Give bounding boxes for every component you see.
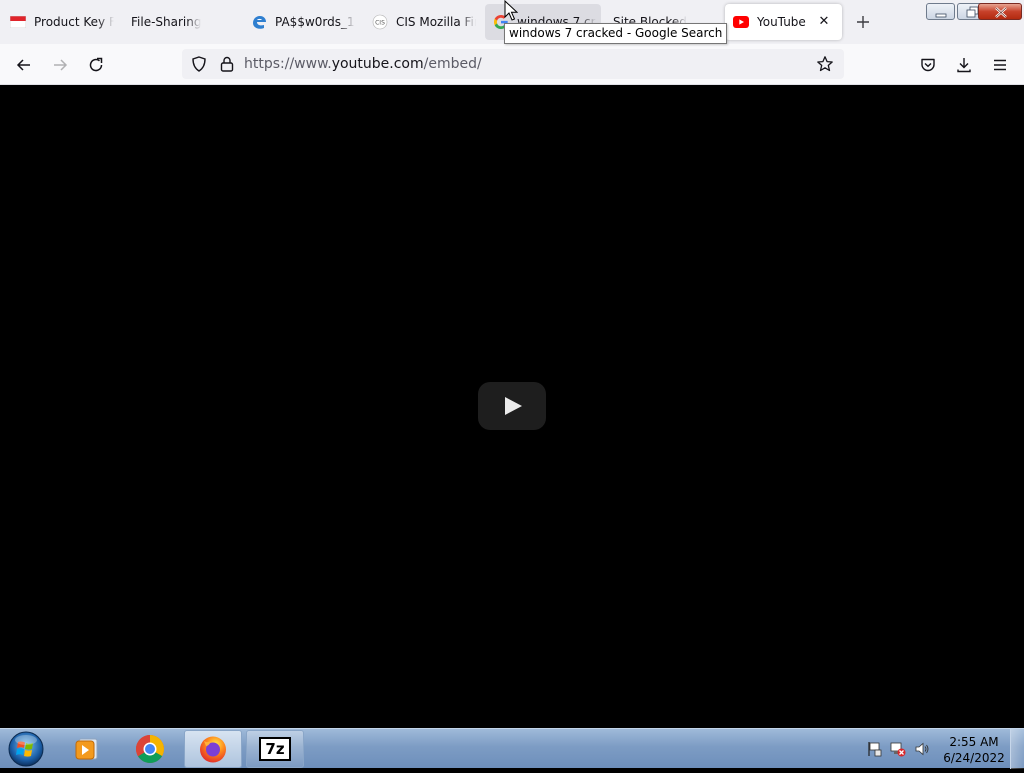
- lock-icon[interactable]: [218, 55, 236, 73]
- arrow-left-icon: [16, 59, 30, 71]
- tab-cis-mozilla[interactable]: CIS CIS Mozilla Fir: [366, 4, 476, 40]
- reload-icon: [89, 57, 103, 72]
- close-icon: [995, 7, 1007, 18]
- cis-icon: CIS: [372, 14, 388, 30]
- url-path: /embed/: [423, 56, 482, 72]
- edge-icon: [251, 14, 267, 30]
- play-icon: [505, 397, 522, 415]
- chrome-icon: [136, 735, 164, 763]
- youtube-icon: [733, 14, 749, 30]
- taskbar-7zip[interactable]: 7z: [246, 730, 304, 768]
- taskbar-firefox[interactable]: [184, 730, 242, 768]
- shield-icon[interactable]: [190, 55, 208, 73]
- taskbar-chrome[interactable]: [121, 730, 179, 768]
- tab-youtube[interactable]: YouTube ✕: [725, 4, 842, 40]
- tab-label: PA$$w0rds_12: [275, 15, 355, 29]
- tab-tooltip: windows 7 cracked - Google Search: [504, 23, 728, 44]
- plus-icon: [857, 16, 869, 28]
- arrow-right-icon: [54, 59, 68, 71]
- app-menu-button[interactable]: [986, 51, 1014, 79]
- browser-window: Product Key Fi File-Sharing PA$$w0rds_12…: [0, 0, 1024, 769]
- tab-label: Product Key Fi: [34, 15, 114, 29]
- system-clock[interactable]: 2:55 AM 6/24/2022: [943, 734, 1005, 766]
- close-tab-icon[interactable]: ✕: [816, 14, 832, 30]
- tab-label: File-Sharing: [131, 15, 202, 29]
- 7zip-icon: 7z: [259, 737, 291, 761]
- svg-text:CIS: CIS: [375, 20, 385, 27]
- tab-product-key[interactable]: Product Key Fi: [4, 4, 114, 40]
- clock-date: 6/24/2022: [943, 751, 1005, 765]
- close-window-button[interactable]: [978, 3, 1022, 20]
- minimize-button[interactable]: [926, 3, 955, 20]
- firefox-icon: [200, 736, 226, 763]
- windows-media-player-icon: [75, 738, 98, 760]
- address-bar[interactable]: https://www.youtube.com/embed/: [182, 49, 844, 79]
- forward-button[interactable]: [46, 51, 74, 79]
- minimize-icon: [935, 13, 947, 18]
- pocket-button[interactable]: [914, 51, 942, 79]
- tab-passwords[interactable]: PA$$w0rds_12: [245, 4, 355, 40]
- hamburger-menu-icon: [994, 59, 1006, 71]
- action-center-flag-icon[interactable]: [866, 741, 882, 757]
- pocket-icon: [921, 58, 935, 72]
- clock-time: 2:55 AM: [949, 735, 999, 749]
- new-tab-button[interactable]: [853, 12, 873, 32]
- navigation-toolbar: https://www.youtube.com/embed/: [0, 44, 1024, 85]
- tab-label: CIS Mozilla Fir: [396, 15, 476, 29]
- red-flag-icon: [10, 14, 26, 30]
- downloads-button[interactable]: [950, 51, 978, 79]
- taskbar-media-player[interactable]: [58, 730, 116, 768]
- show-desktop-button[interactable]: [1010, 729, 1024, 769]
- play-button[interactable]: [478, 382, 546, 430]
- windows-orb-icon: [8, 731, 44, 767]
- tab-file-sharing[interactable]: File-Sharing: [124, 4, 234, 40]
- url-prefix: https://www.: [244, 56, 332, 72]
- url-field[interactable]: https://www.youtube.com/embed/: [244, 56, 482, 72]
- tab-label: YouTube: [757, 15, 806, 29]
- volume-icon[interactable]: [914, 741, 930, 757]
- reload-button[interactable]: [82, 51, 110, 79]
- youtube-embed-player[interactable]: [0, 85, 1024, 728]
- url-host: youtube.com: [331, 56, 424, 72]
- network-disconnected-icon[interactable]: [890, 741, 906, 757]
- mouse-cursor-icon: [504, 0, 518, 21]
- download-icon: [957, 58, 971, 73]
- back-button[interactable]: [10, 51, 38, 79]
- start-button[interactable]: [5, 729, 47, 769]
- bookmark-star-icon[interactable]: [816, 55, 834, 73]
- windows-taskbar: 7z 2:55 AM 6/24/2022: [0, 728, 1024, 769]
